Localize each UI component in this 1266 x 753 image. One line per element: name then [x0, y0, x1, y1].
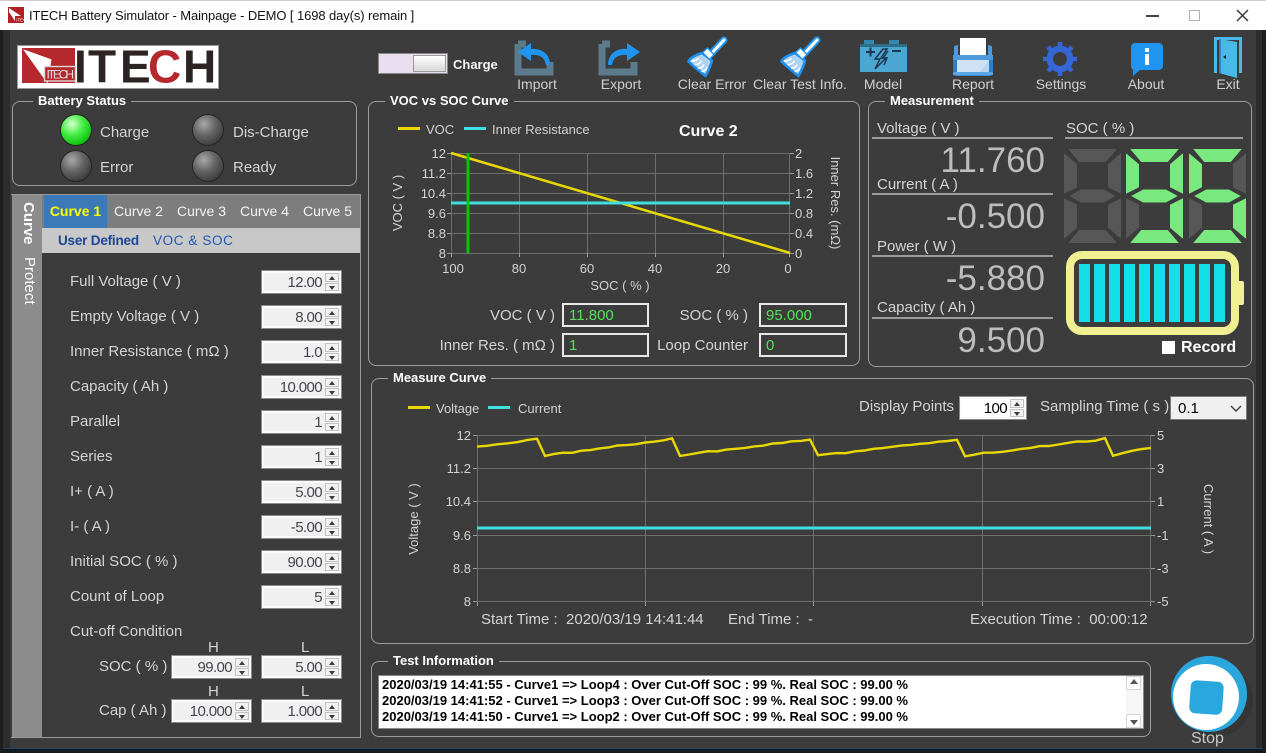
svg-text:-5: -5 [1157, 594, 1169, 609]
svg-text:Current: Current [518, 401, 562, 416]
svg-text:9.6: 9.6 [428, 206, 446, 221]
svg-text:5: 5 [1157, 428, 1164, 443]
svg-text:ITECH: ITECH [16, 17, 24, 22]
svg-text:8.8: 8.8 [428, 226, 446, 241]
svg-text:VOC ( V ): VOC ( V ) [390, 175, 405, 231]
svg-text:1.2: 1.2 [795, 186, 813, 201]
svg-text:60: 60 [580, 261, 594, 276]
svg-text:0: 0 [784, 261, 791, 276]
svg-text:Inner Resistance: Inner Resistance [492, 122, 590, 137]
svg-text:I: I [74, 46, 87, 88]
svg-text:Start Time : 2020/03/19 14:41: Start Time : 2020/03/19 14:41:44 [481, 611, 704, 628]
svg-text:0: 0 [795, 246, 802, 261]
svg-text:H: H [183, 46, 216, 88]
svg-text:3: 3 [1157, 461, 1164, 476]
svg-text:Inner Res. (mΩ): Inner Res. (mΩ) [828, 157, 843, 250]
svg-text:VOC: VOC [426, 122, 454, 137]
svg-text:1: 1 [1157, 494, 1164, 509]
svg-text:T: T [88, 46, 116, 88]
svg-text:0.4: 0.4 [795, 226, 813, 241]
svg-text:11.2: 11.2 [447, 461, 471, 476]
svg-text:-1: -1 [1157, 528, 1169, 543]
svg-text:40: 40 [648, 261, 662, 276]
svg-text:11.2: 11.2 [422, 166, 446, 181]
svg-text:8: 8 [439, 246, 446, 261]
svg-text:20: 20 [716, 261, 730, 276]
svg-text:8: 8 [464, 594, 471, 609]
svg-text:12: 12 [432, 146, 446, 161]
svg-text:12: 12 [457, 428, 471, 443]
svg-text:SOC ( % ): SOC ( % ) [590, 278, 649, 293]
svg-text:-3: -3 [1157, 561, 1169, 576]
svg-text:Curve 2: Curve 2 [679, 123, 738, 140]
svg-text:E: E [120, 46, 151, 88]
svg-text:Voltage: Voltage [436, 401, 479, 416]
svg-text:End Time : -: End Time : - [728, 611, 813, 628]
svg-text:8.8: 8.8 [453, 561, 471, 576]
svg-text:10.4: 10.4 [421, 186, 446, 201]
svg-text:Execution Time : 00:00:12: Execution Time : 00:00:12 [970, 611, 1148, 628]
svg-text:80: 80 [512, 261, 526, 276]
svg-text:10.4: 10.4 [446, 494, 471, 509]
svg-text:0.8: 0.8 [795, 206, 813, 221]
svg-text:C: C [148, 46, 181, 88]
svg-text:9.6: 9.6 [453, 528, 471, 543]
svg-text:ITECH: ITECH [47, 68, 75, 82]
svg-text:Voltage ( V ): Voltage ( V ) [406, 483, 421, 555]
svg-text:1.6: 1.6 [795, 166, 813, 181]
svg-text:Current ( A ): Current ( A ) [1201, 484, 1216, 554]
svg-text:2: 2 [795, 146, 802, 161]
svg-text:100: 100 [442, 261, 464, 276]
